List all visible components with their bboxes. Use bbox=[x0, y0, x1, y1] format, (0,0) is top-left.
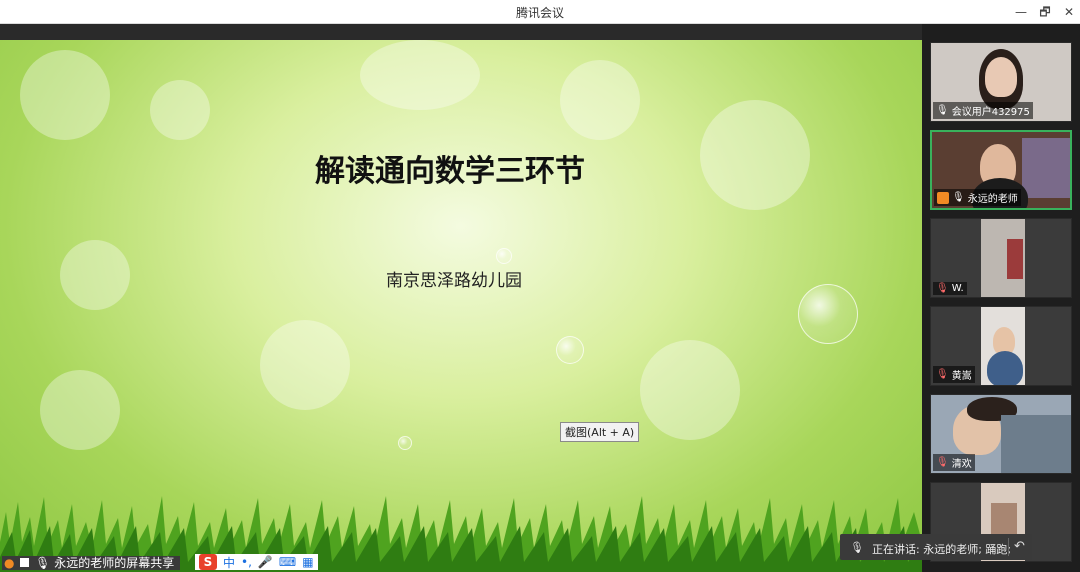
bokeh-light bbox=[560, 60, 640, 140]
participant-face bbox=[985, 57, 1017, 97]
ime-mode-toggle[interactable]: 中 bbox=[223, 554, 235, 571]
share-indicator-icon: ● bbox=[4, 556, 15, 570]
participant-tile-active[interactable]: 🎙 永远的老师 bbox=[930, 130, 1072, 210]
active-speaker-text: 正在讲话: 永远的老师; 踊跑; bbox=[872, 543, 1012, 556]
screen-icon bbox=[20, 558, 30, 567]
participant-name-tag: 🎙 W. bbox=[933, 282, 967, 295]
mic-on-icon: 🎙 bbox=[952, 192, 965, 203]
host-badge-icon bbox=[937, 191, 949, 204]
divider bbox=[1008, 538, 1009, 556]
voice-input-icon[interactable]: 🎤 bbox=[258, 555, 273, 569]
participant-name-tag: 🎙 黄嵩 bbox=[933, 366, 975, 383]
presentation-slide: 解读通向数学三环节 南京思泽路幼儿园 截图(Alt + A) bbox=[0, 40, 922, 572]
mic-muted-icon: 🎙 bbox=[936, 283, 949, 294]
active-speaker-bar: 🎙 正在讲话: 永远的老师; 踊跑; ↶ bbox=[840, 534, 1032, 560]
participant-name: 黄嵩 bbox=[951, 371, 972, 382]
participant-name: 永远的老师 bbox=[967, 194, 1018, 205]
mic-icon: 🎙 bbox=[35, 556, 51, 570]
participant-video bbox=[1022, 138, 1070, 198]
bokeh-light bbox=[640, 340, 740, 440]
participant-sidebar: 🎙 会议用户432975 🎙 永远的老师 🎙 W. 🎙 黄嵩 🎙 清欢 bbox=[922, 24, 1080, 572]
participant-video-detail bbox=[1007, 239, 1023, 279]
minimize-button[interactable]: — bbox=[1012, 3, 1030, 21]
water-bubble bbox=[798, 284, 858, 344]
water-bubble bbox=[398, 436, 412, 450]
participant-name: 会议用户432975 bbox=[951, 107, 1030, 118]
screen-share-bar: ● 🎙 永远的老师的屏幕共享 S 中 •, 🎤 ⌨ ▦ bbox=[0, 554, 922, 570]
bokeh-light bbox=[260, 320, 350, 410]
bokeh-light bbox=[150, 80, 210, 140]
participant-body bbox=[987, 351, 1023, 385]
participant-name-tag: 🎙 清欢 bbox=[933, 454, 975, 471]
ime-toolbar[interactable]: S 中 •, 🎤 ⌨ ▦ bbox=[195, 554, 318, 570]
participant-video-detail bbox=[1001, 415, 1071, 473]
window-titlebar: 腾讯会议 — 🗗 ✕ bbox=[0, 0, 1080, 24]
slide-title: 解读通向数学三环节 bbox=[315, 154, 585, 189]
water-bubble bbox=[496, 248, 512, 264]
participant-tile[interactable]: 🎙 黄嵩 bbox=[930, 306, 1072, 386]
participant-tile[interactable]: 🎙 清欢 bbox=[930, 394, 1072, 474]
participant-name-tag: 🎙 永远的老师 bbox=[934, 189, 1021, 206]
bokeh-light bbox=[20, 50, 110, 140]
screenshot-tooltip: 截图(Alt + A) bbox=[560, 422, 640, 442]
participant-tile[interactable]: 🎙 会议用户432975 bbox=[930, 42, 1072, 122]
apps-grid-icon[interactable]: ▦ bbox=[302, 555, 313, 569]
sogou-logo-icon[interactable]: S bbox=[199, 554, 217, 570]
restore-button[interactable]: 🗗 bbox=[1036, 3, 1054, 21]
water-bubble bbox=[556, 336, 584, 364]
screen-share-label[interactable]: ● 🎙 永远的老师的屏幕共享 bbox=[2, 556, 181, 570]
mic-icon: 🎙 bbox=[850, 541, 864, 554]
window-title: 腾讯会议 bbox=[515, 6, 564, 20]
punctuation-icon[interactable]: •, bbox=[241, 555, 252, 569]
bokeh-light bbox=[360, 40, 480, 110]
slide-subtitle: 南京思泽路幼儿园 bbox=[386, 271, 522, 291]
shared-screen-area: 解读通向数学三环节 南京思泽路幼儿园 截图(Alt + A) ● 🎙 永远的老师… bbox=[0, 24, 922, 572]
participant-name: W. bbox=[951, 283, 964, 294]
collapse-arrow-icon[interactable]: ↶ bbox=[1014, 539, 1025, 554]
participant-tile[interactable]: 🎙 W. bbox=[930, 218, 1072, 298]
mic-muted-icon: 🎙 bbox=[936, 457, 949, 468]
mic-muted-icon: 🎙 bbox=[936, 369, 949, 380]
close-button[interactable]: ✕ bbox=[1060, 3, 1078, 21]
keyboard-icon[interactable]: ⌨ bbox=[279, 555, 296, 569]
bokeh-light bbox=[40, 370, 120, 450]
participant-name-tag: 🎙 会议用户432975 bbox=[933, 102, 1033, 119]
participant-video-detail bbox=[991, 503, 1017, 537]
participant-name: 清欢 bbox=[951, 459, 972, 470]
share-label-text: 永远的老师的屏幕共享 bbox=[54, 556, 175, 570]
mic-on-icon: 🎙 bbox=[936, 105, 949, 116]
